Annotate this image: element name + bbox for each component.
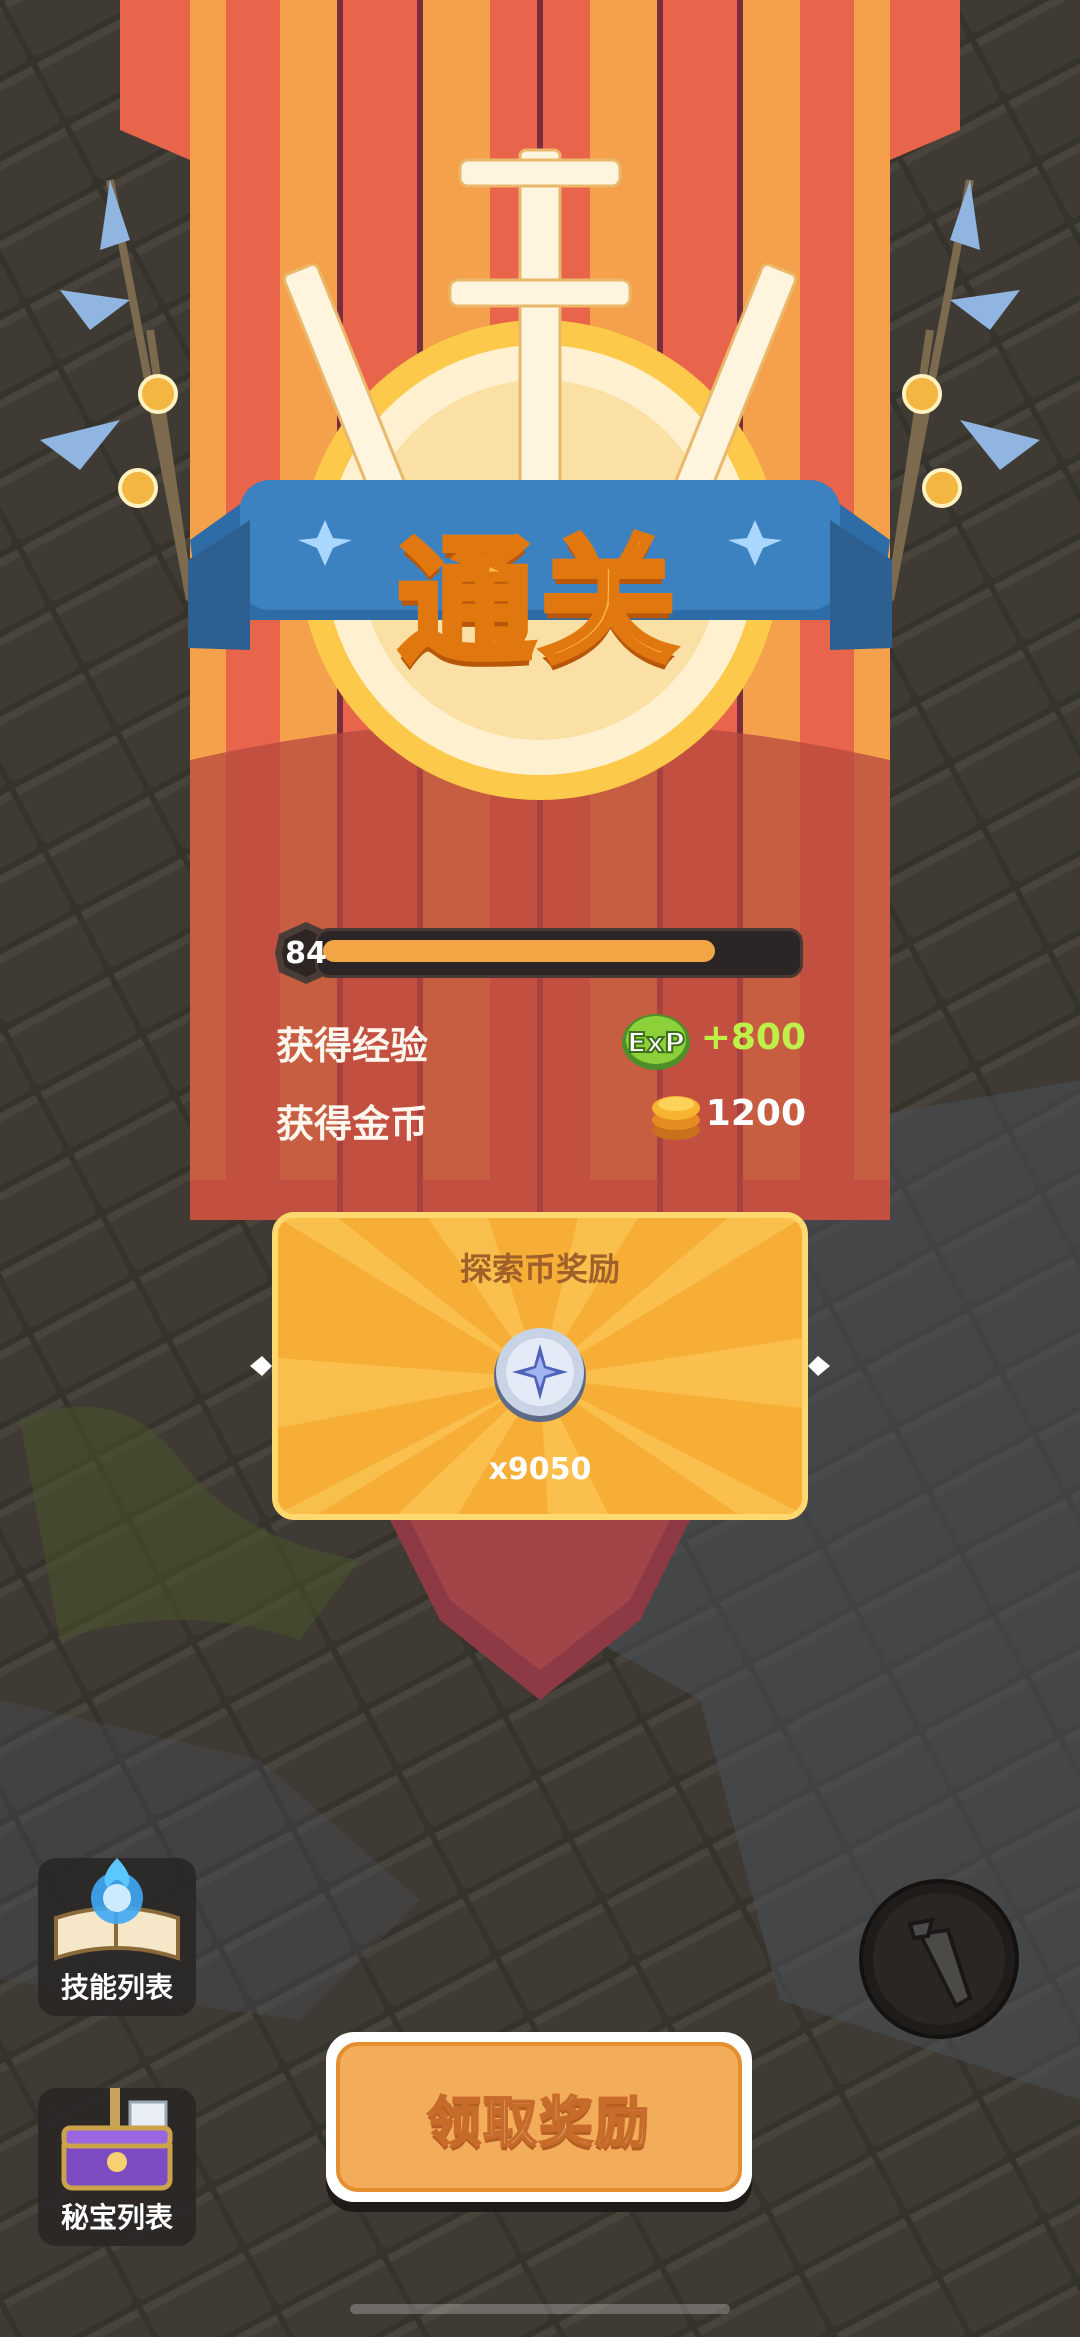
exploration-reward-card: 探索币奖励 x9050 [272,1212,808,1520]
skill-list-button[interactable]: 技能列表 [38,1858,196,2016]
treasure-chest-icon [61,2088,173,2191]
gold-label: 获得金币 [276,1102,429,1146]
level-number: 84 [285,935,327,971]
exploration-amount: x9050 [488,1452,592,1487]
exp-icon: ExP [620,1010,692,1074]
exp-value: +800 [700,1017,806,1058]
skill-list-label: 技能列表 [60,1971,173,2004]
spellbook-icon [54,1858,180,1961]
right-spears [886,179,1040,601]
level-progress-bar: 84 [275,922,807,984]
level-fill [323,940,715,962]
gold-coin-icon [648,1086,704,1144]
home-indicator[interactable] [350,2304,730,2314]
sword-skill-button[interactable] [858,1878,1020,2040]
left-spears [40,179,194,601]
claim-reward-button[interactable]: 领取奖励 [326,2032,752,2202]
compass-coin-icon [494,1322,586,1422]
svg-text:ExP: ExP [627,1026,685,1059]
victory-title: 通关 [395,521,682,685]
treasure-list-label: 秘宝列表 [60,2201,173,2234]
exploration-reward-title: 探索币奖励 [459,1250,620,1288]
claim-reward-inner: 领取奖励 [336,2042,742,2192]
sword-skill-icon [859,1879,1019,2039]
gold-value: 1200 [705,1093,806,1134]
claim-reward-label: 领取奖励 [426,2090,651,2155]
exp-label: 获得经验 [276,1024,429,1068]
treasure-list-button[interactable]: 秘宝列表 [38,2088,196,2246]
